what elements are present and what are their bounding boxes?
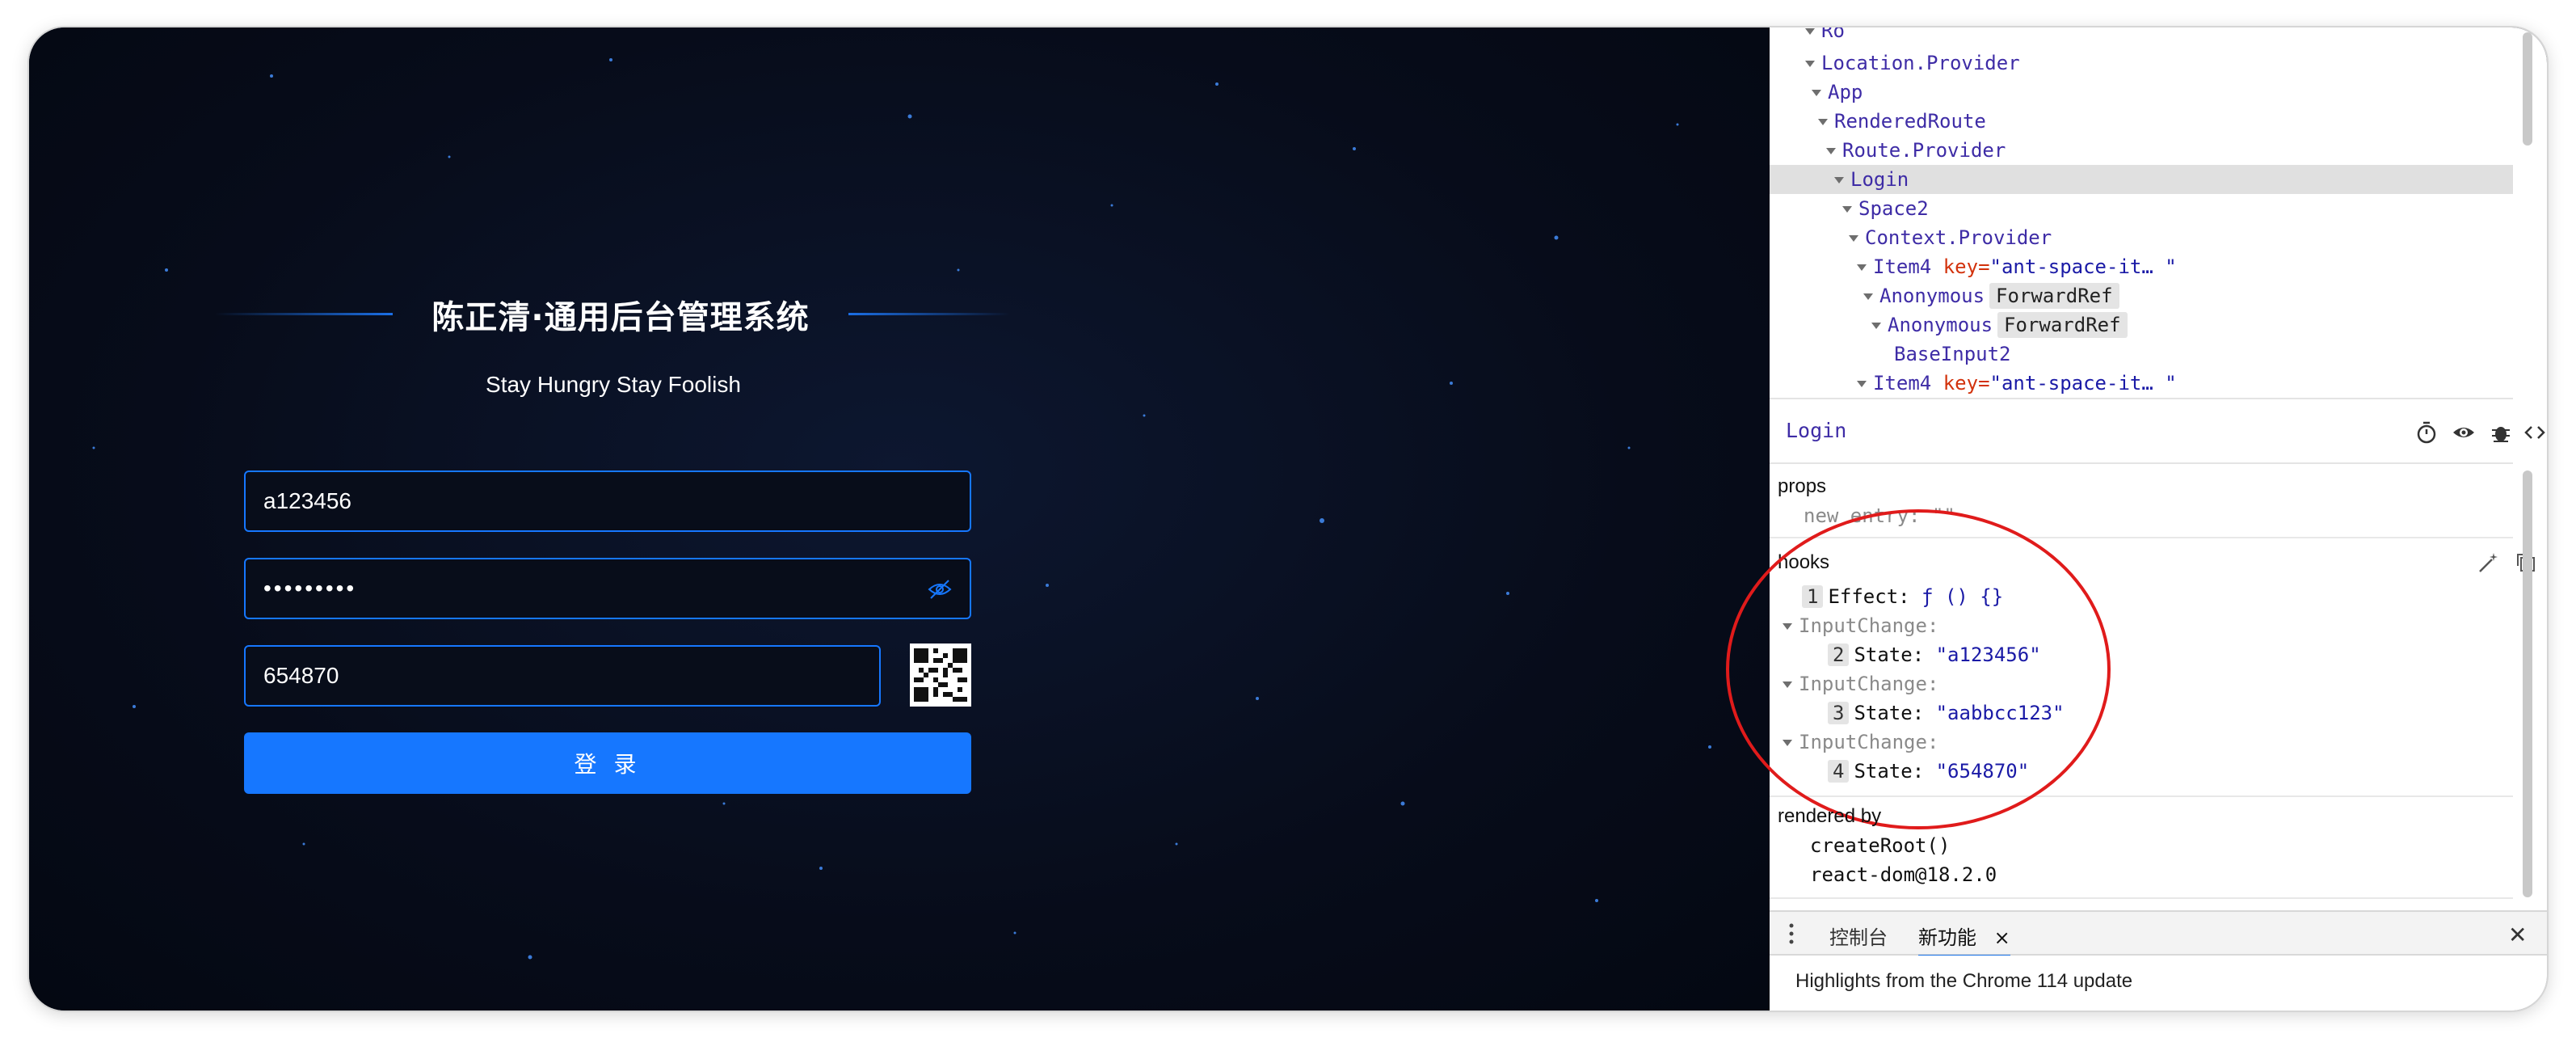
component-tree[interactable]: Ro Location.Provider App RenderedRoute R… [1770,27,2513,396]
tree-row[interactable]: BaseInput2 [1770,340,2513,369]
inspected-component-name: Login [1786,419,1847,442]
caret-down-icon[interactable] [1857,264,1867,271]
caret-down-icon[interactable] [1842,206,1852,213]
tree-scrollbar[interactable] [2523,32,2532,146]
page-title: 陈正清·通用后台管理系统 [431,299,810,336]
devtools-drawer-tabs: 控制台 新功能 × ✕ [1770,910,2547,958]
hook-row[interactable]: 4 State: "654870" [1828,760,2029,783]
hook-group-row[interactable]: InputChange: [1783,731,1938,753]
tree-row[interactable]: Location.Provider [1770,49,2513,78]
caret-down-icon[interactable] [1818,119,1828,125]
whats-new-headline[interactable]: Highlights from the Chrome 114 update [1795,970,2132,993]
tree-row-clipped: Ro [1770,27,2513,45]
view-source-icon[interactable] [2524,420,2545,445]
caret-down-icon[interactable] [1783,681,1792,688]
login-title-row: 陈正清·通用后台管理系统 [215,285,1023,341]
tree-row[interactable]: Item4 key="ant-space-it… " [1770,369,2513,396]
password-value: ••••••••• [263,576,357,601]
caret-down-icon[interactable] [1871,323,1881,329]
tree-row[interactable]: App [1770,78,2513,107]
username-input[interactable]: a123456 [244,470,971,532]
hook-group-row[interactable]: InputChange: [1783,614,1938,637]
login-page: 陈正清·通用后台管理系统 Stay Hungry Stay Foolish a1… [29,27,1770,1011]
page-subtitle: Stay Hungry Stay Foolish [486,372,741,397]
caret-down-icon[interactable] [1805,61,1815,67]
caret-down-icon[interactable] [1783,740,1792,746]
title-decoration-right [848,313,1010,315]
captcha-input[interactable]: 654870 [244,645,881,707]
divider [1770,537,2513,538]
caret-down-icon[interactable] [1826,148,1836,154]
bug-icon[interactable] [2489,420,2513,445]
props-label: props [1778,475,1827,497]
hook-row[interactable]: 2 State: "a123456" [1828,643,2041,666]
caret-down-icon[interactable] [1863,293,1873,300]
qr-code-icon [914,648,967,702]
tab-console[interactable]: 控制台 [1829,922,1888,950]
eye-icon[interactable] [2452,420,2476,445]
react-devtools-panel: Ro Location.Provider App RenderedRoute R… [1726,27,2547,1011]
caret-down-icon[interactable] [1812,90,1821,96]
captcha-qr-image[interactable] [910,643,971,707]
tree-row[interactable]: Route.Provider [1770,136,2513,165]
caret-down-icon[interactable] [1834,177,1844,184]
hooks-label: hooks [1778,551,1830,573]
password-input[interactable]: ••••••••• [244,558,971,619]
close-drawer-icon[interactable]: ✕ [2508,922,2527,948]
captcha-value: 654870 [263,663,339,688]
tab-whats-new[interactable]: 新功能 × [1918,922,2010,958]
caret-down-icon[interactable] [1849,235,1858,242]
inspected-element-header: Login [1770,398,2545,464]
forwardref-badge: ForwardRef [1989,283,2119,309]
tree-row[interactable]: Item4 key="ant-space-it… " [1770,252,2513,281]
browser-window: 陈正清·通用后台管理系统 Stay Hungry Stay Foolish a1… [29,27,2547,1011]
hook-row[interactable]: 1 Effect: ƒ () {} [1778,585,2003,608]
more-options-icon[interactable] [1787,920,1795,947]
divider [1770,795,2513,797]
divider [1770,897,2513,899]
rendered-by-item[interactable]: createRoot() [1810,834,1950,857]
username-value: a123456 [263,488,352,513]
caret-down-icon[interactable] [1857,381,1867,387]
hook-group-row[interactable]: InputChange: [1783,673,1938,695]
hook-row[interactable]: 3 State: "aabbcc123" [1828,702,2065,724]
props-new-entry[interactable]: new entry: "" [1804,504,1955,527]
title-decoration-left [215,313,393,315]
inspector-scrollbar[interactable] [2523,470,2532,897]
tree-row[interactable]: Space2 [1770,194,2513,223]
stopwatch-icon[interactable] [2414,420,2439,445]
tree-row[interactable]: Anonymous ForwardRef [1770,310,2513,340]
tree-row[interactable]: Context.Provider [1770,223,2513,252]
magic-wand-icon[interactable] [2477,551,2500,574]
caret-down-icon[interactable] [1783,623,1792,630]
rendered-by-label: rendered by [1778,805,1882,827]
whats-new-content: Highlights from the Chrome 114 update [1770,956,2547,1011]
tree-row[interactable]: Anonymous ForwardRef [1770,281,2513,310]
login-button[interactable]: 登 录 [244,732,971,794]
rendered-by-item[interactable]: react-dom@18.2.0 [1810,863,1997,886]
tree-row[interactable]: RenderedRoute [1770,107,2513,136]
close-tab-icon[interactable]: × [1994,926,2010,949]
eye-invisible-icon[interactable] [928,579,952,600]
tree-row-selected[interactable]: Login [1770,165,2513,194]
forwardref-badge: ForwardRef [1997,312,2128,338]
